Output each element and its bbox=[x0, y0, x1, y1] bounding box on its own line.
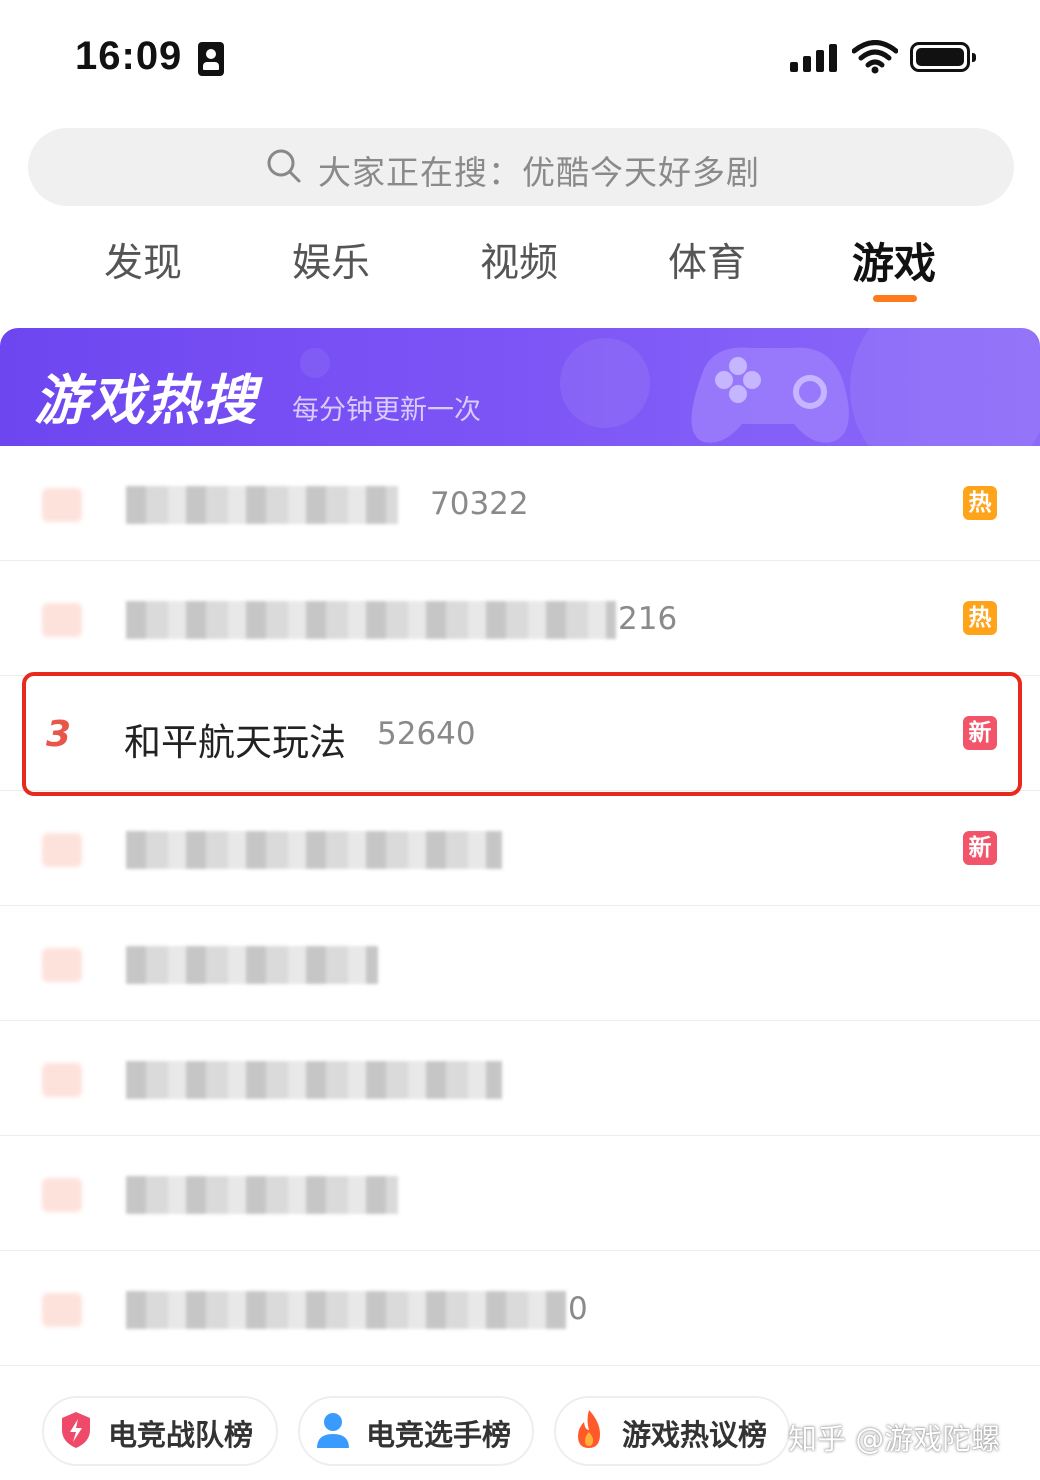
tab-games[interactable]: 游戏 bbox=[852, 230, 936, 291]
blurred-title bbox=[126, 946, 378, 984]
shield-bolt-icon bbox=[62, 1412, 90, 1448]
rank-blurred bbox=[42, 603, 82, 637]
rank-blurred bbox=[42, 1178, 82, 1212]
rank-blurred bbox=[42, 1293, 82, 1327]
rank-blurred bbox=[42, 833, 82, 867]
rank-blurred bbox=[42, 1063, 82, 1097]
search-icon bbox=[267, 149, 301, 183]
rank-blurred bbox=[42, 948, 82, 982]
id-card-icon bbox=[198, 42, 224, 76]
blurred-title bbox=[126, 1061, 502, 1099]
wifi-icon bbox=[852, 40, 898, 74]
active-tab-indicator bbox=[873, 295, 917, 302]
search-placeholder[interactable]: 大家正在搜：优酷今天好多剧 bbox=[318, 146, 760, 194]
blurred-title bbox=[126, 1176, 398, 1214]
highlight-box bbox=[22, 672, 1022, 796]
hot-tag: 热 bbox=[963, 601, 997, 635]
list-item[interactable]: 0 bbox=[0, 1251, 1040, 1366]
status-time: 16:09 bbox=[75, 34, 183, 78]
watermark: 知乎 @游戏陀螺 bbox=[788, 1422, 1001, 1456]
gamepad-icon bbox=[691, 347, 849, 443]
battery-icon bbox=[910, 42, 976, 72]
rank-blurred bbox=[42, 488, 82, 522]
hot-count: 70322 bbox=[430, 486, 529, 522]
esports-player-ranking-label: 电竞选手榜 bbox=[366, 1418, 512, 1452]
banner-title: 游戏热搜 bbox=[34, 369, 258, 432]
blurred-title bbox=[126, 601, 616, 639]
blurred-title bbox=[126, 486, 398, 524]
tab-sports[interactable]: 体育 bbox=[668, 232, 746, 288]
tab-video[interactable]: 视频 bbox=[480, 232, 558, 288]
tab-entertainment[interactable]: 娱乐 bbox=[292, 232, 370, 288]
blurred-title bbox=[126, 1291, 566, 1329]
flame-icon bbox=[578, 1410, 600, 1448]
hot-tag: 热 bbox=[963, 486, 997, 520]
list-item[interactable] bbox=[0, 1136, 1040, 1251]
game-discussion-ranking-label: 游戏热议榜 bbox=[622, 1418, 768, 1452]
list-item[interactable] bbox=[0, 1021, 1040, 1136]
list-item[interactable]: 新 bbox=[0, 791, 1040, 906]
status-bar: 16:09 bbox=[0, 0, 1040, 110]
tab-discover[interactable]: 发现 bbox=[104, 232, 182, 288]
banner-subtitle: 每分钟更新一次 bbox=[292, 395, 481, 426]
cellular-signal-icon bbox=[790, 44, 840, 72]
hot-count: 216 bbox=[618, 601, 678, 637]
list-item[interactable]: 216 热 bbox=[0, 561, 1040, 676]
new-tag: 新 bbox=[963, 831, 997, 865]
list-item[interactable] bbox=[0, 906, 1040, 1021]
list-item[interactable]: 70322 热 bbox=[0, 446, 1040, 561]
blurred-title bbox=[126, 831, 502, 869]
hot-count: 0 bbox=[568, 1291, 588, 1327]
person-icon bbox=[317, 1413, 349, 1448]
esports-team-ranking-label: 电竞战队榜 bbox=[108, 1418, 254, 1452]
